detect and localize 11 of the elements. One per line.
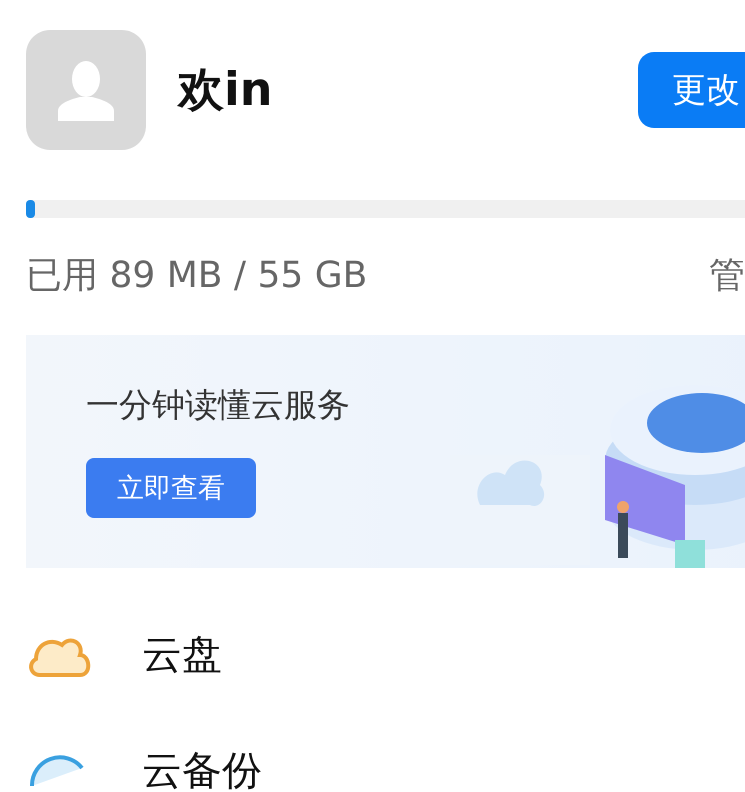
greeting-title: 欢in xyxy=(178,61,274,118)
banner-title: 一分钟读懂云服务 xyxy=(86,384,350,426)
banner[interactable]: 一分钟读懂云服务 立即查看 xyxy=(26,335,745,568)
change-button[interactable]: 更改 xyxy=(638,52,745,128)
avatar[interactable] xyxy=(26,30,146,150)
menu-item[interactable]: 云备份 xyxy=(26,740,745,792)
person-icon xyxy=(58,59,114,121)
menu-item[interactable]: 云盘 xyxy=(26,624,745,684)
storage-usage: 已用 89 MB / 55 GB xyxy=(26,254,368,298)
manage-link[interactable]: 管 xyxy=(709,250,745,300)
view-now-button[interactable]: 立即查看 xyxy=(86,458,256,518)
